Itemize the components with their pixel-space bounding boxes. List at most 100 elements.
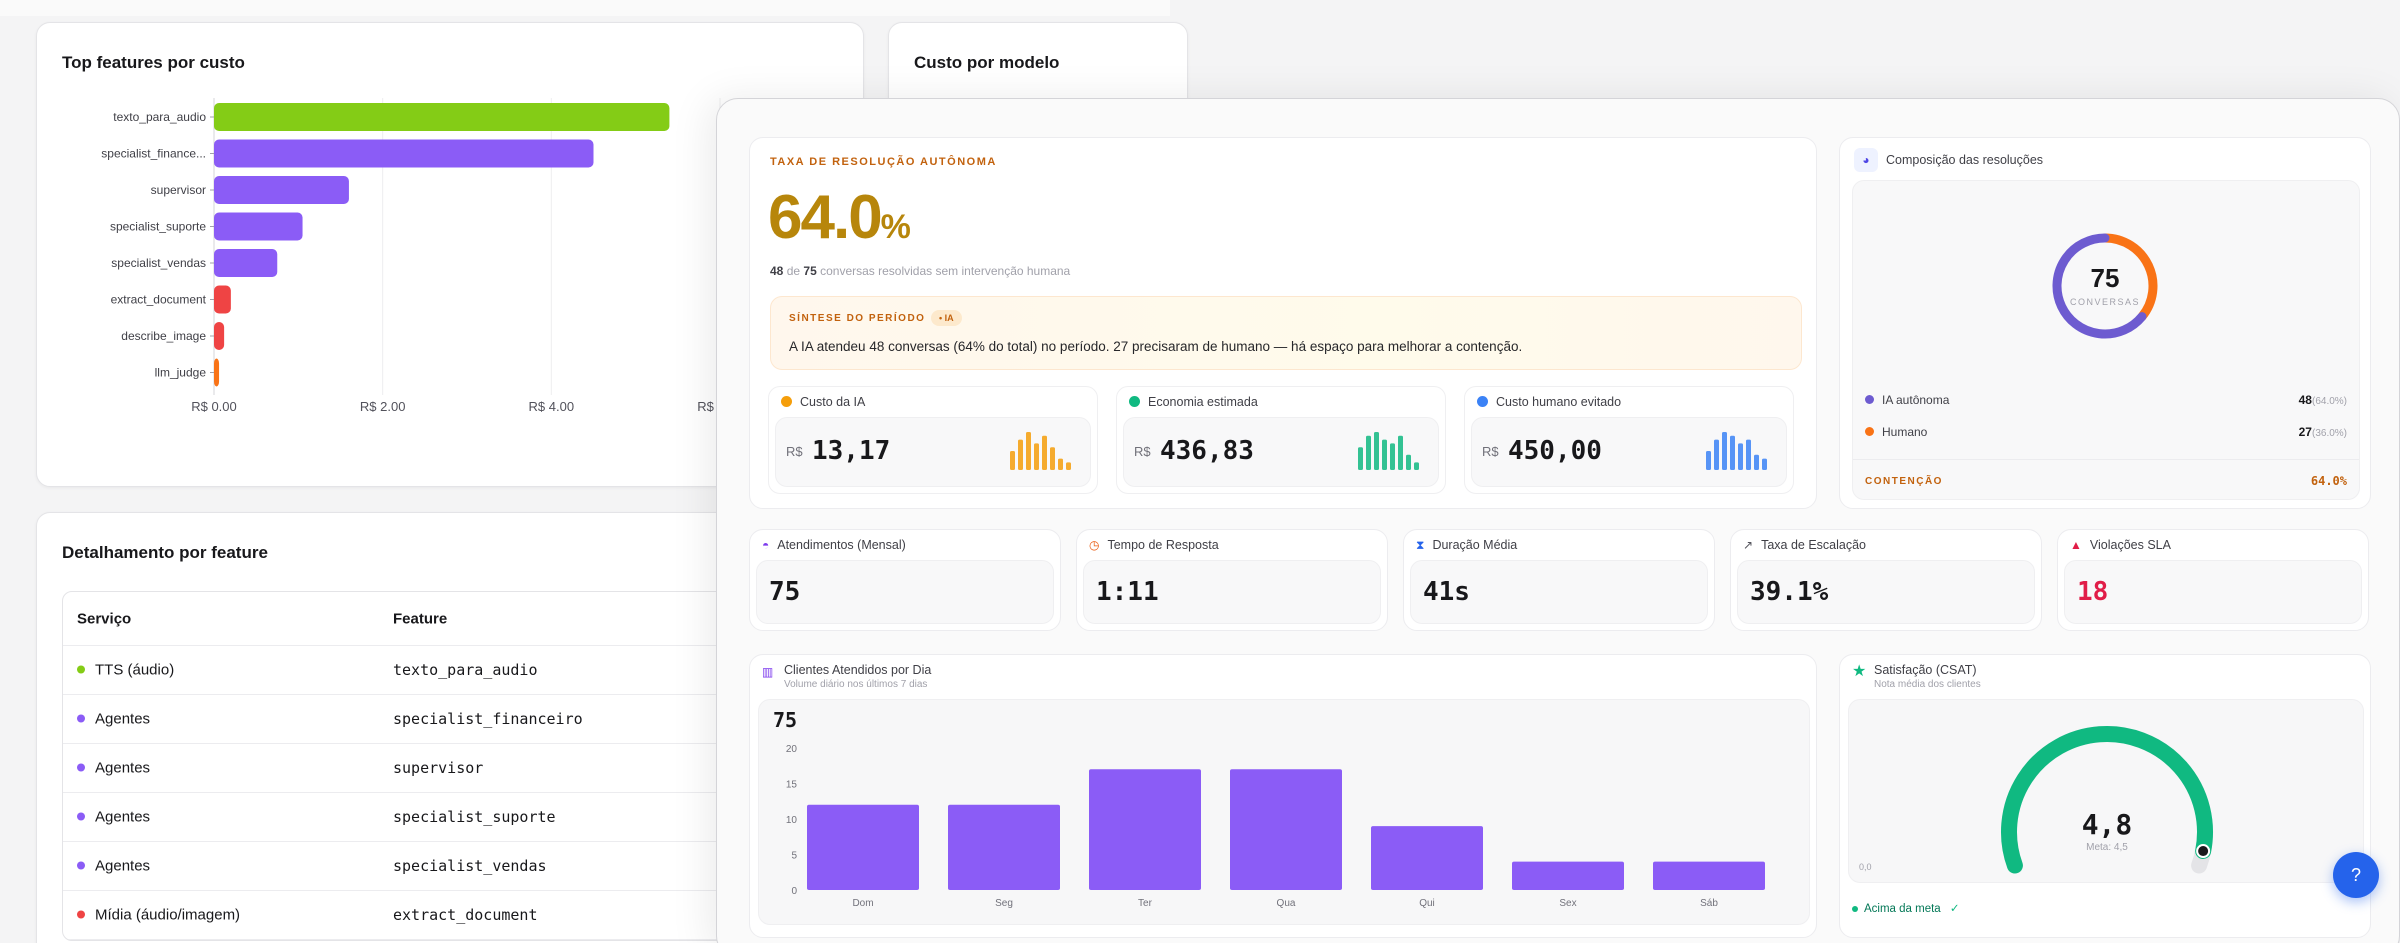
headset-icon: ◓	[762, 538, 770, 552]
csat-value: 4,8	[2081, 808, 2133, 841]
mini-stat-value-box: R$ 13,17	[775, 417, 1091, 487]
day-label: Seg	[995, 898, 1013, 909]
table-row[interactable]: Agentes specialist_financeiro	[63, 695, 781, 744]
sparkline-bar	[1398, 435, 1403, 470]
kpi-value-box: 1:11	[1083, 560, 1381, 624]
legend-row[interactable]: IA autônoma 48(64.0%)	[1865, 393, 2347, 413]
kpi-label-row: ◓ Atendimentos (Mensal)	[762, 538, 906, 552]
mini-stat-card: Economia estimada R$ 436,83	[1116, 386, 1446, 494]
mini-stat-value: 436,83	[1160, 436, 1254, 466]
table-row[interactable]: TTS (áudio) texto_para_audio	[63, 646, 781, 695]
feature-bar[interactable]	[214, 285, 231, 314]
kpi-label-row: ▲ Violações SLA	[2070, 538, 2171, 552]
day-bar[interactable]	[1653, 861, 1765, 890]
csat-gauge-area: 4,8 Meta: 4,5 0,0 5	[1848, 699, 2364, 883]
composition-chart-area: 75 CONVERSAS CONTENÇÃO 64.0% IA autônoma…	[1852, 180, 2360, 500]
category-label: specialist_finance...	[101, 147, 206, 161]
header-feature[interactable]: Feature	[393, 610, 447, 627]
day-bar[interactable]	[1512, 861, 1624, 890]
mini-stat-card: Custo humano evitado R$ 450,00	[1464, 386, 1794, 494]
kpi-label: Tempo de Resposta	[1107, 538, 1219, 552]
mini-stat-value: 450,00	[1508, 436, 1602, 466]
status-dot	[1852, 905, 1858, 912]
day-label: Ter	[1138, 898, 1153, 909]
kpi-card: ↗ Taxa de Escalação 39.1%	[1730, 529, 2042, 631]
arrow-up-right-icon: ↗	[1743, 538, 1754, 552]
csat-min: 0,0	[1859, 862, 1872, 872]
category-label: llm_judge	[155, 366, 207, 380]
feature-bar[interactable]	[214, 212, 303, 241]
kpi-card: ▲ Violações SLA 18	[2057, 529, 2369, 631]
category-label: specialist_suporte	[110, 220, 206, 234]
mini-stat-label: Economia estimada	[1148, 395, 1258, 409]
table-row[interactable]: Agentes supervisor	[63, 744, 781, 793]
bar-chart-icon: ▥	[762, 665, 774, 679]
kpi-card: ⧗ Duração Média 41s	[1403, 529, 1715, 631]
service-name: Agentes	[95, 710, 151, 728]
feature-bar[interactable]	[214, 176, 349, 204]
top-features-title: Top features por custo	[62, 53, 245, 72]
daily-title: Clientes Atendidos por Dia	[784, 663, 932, 677]
csat-status: Acima da meta ✓	[1852, 901, 1960, 915]
daily-subtitle: Volume diário nos últimos 7 dias	[784, 679, 928, 690]
day-bar[interactable]	[1089, 769, 1201, 890]
feature-cell: texto_para_audio	[393, 661, 538, 679]
table-row[interactable]: Agentes specialist_vendas	[63, 842, 781, 891]
x-tick-label: R$ 4.00	[529, 399, 575, 414]
category-label: specialist_vendas	[111, 256, 206, 270]
feature-bar[interactable]	[214, 358, 220, 387]
mini-stat-card: Custo da IA R$ 13,17	[768, 386, 1098, 494]
csat-title: Satisfação (CSAT)	[1874, 663, 1977, 677]
y-tick-label: 5	[791, 851, 797, 862]
sparkline-bar	[1754, 454, 1759, 470]
detail-title: Detalhamento por feature	[62, 543, 268, 562]
csat-subtitle: Nota média dos clientes	[1874, 679, 1981, 690]
currency-prefix: R$	[1134, 444, 1151, 459]
sparkline-bar	[1746, 439, 1751, 470]
day-bar[interactable]	[807, 804, 919, 890]
feature-bar[interactable]	[214, 249, 278, 277]
gauge-knob[interactable]	[2196, 844, 2211, 859]
check-icon: ✓	[1949, 903, 1960, 915]
table-row[interactable]: Agentes specialist_suporte	[63, 793, 781, 842]
day-bar[interactable]	[1371, 826, 1483, 890]
sparkline-bar	[1034, 443, 1039, 470]
kpi-value: 41s	[1423, 577, 1470, 607]
resolution-rate: 64.0%	[768, 182, 911, 253]
mini-stat-label: Custo da IA	[800, 395, 866, 409]
day-bar[interactable]	[948, 804, 1060, 890]
category-label: texto_para_audio	[113, 110, 206, 124]
x-tick-label: R$ 0.00	[191, 399, 237, 414]
currency-prefix: R$	[1482, 444, 1499, 459]
mini-stat-label-row: Economia estimada	[1129, 395, 1258, 409]
feature-bar[interactable]	[214, 139, 594, 168]
help-chat-button[interactable]: ?	[2333, 852, 2379, 898]
legend-row[interactable]: Humano 27(36.0%)	[1865, 425, 2347, 445]
service-color-dot	[77, 763, 85, 772]
y-tick-label: 15	[786, 780, 798, 791]
feature-bar[interactable]	[214, 103, 670, 131]
kpi-value-box: 75	[756, 560, 1054, 624]
sparkline-bar	[1042, 435, 1047, 470]
day-label: Dom	[852, 898, 873, 909]
synthesis-text: A IA atendeu 48 conversas (64% do total)…	[789, 339, 1523, 354]
donut-total: 75	[2090, 263, 2120, 293]
y-tick-label: 10	[786, 815, 798, 826]
kpi-value: 75	[769, 577, 801, 607]
top-scroll-strip	[0, 0, 1170, 16]
header-service[interactable]: Serviço	[77, 610, 131, 627]
containment-label: CONTENÇÃO	[1865, 476, 1943, 487]
legend-label: IA autônoma	[1882, 393, 1950, 407]
day-label: Qui	[1419, 898, 1435, 909]
resolution-panel: TAXA DE RESOLUÇÃO AUTÔNOMA 64.0% 48 de 7…	[749, 137, 1817, 509]
day-bar[interactable]	[1230, 769, 1342, 890]
sparkline-bars	[1010, 432, 1071, 470]
category-label: describe_image	[121, 329, 206, 343]
table-row[interactable]: Mídia (áudio/imagem) extract_document	[63, 891, 781, 940]
service-name: Agentes	[95, 808, 151, 826]
sparkline-bar	[1762, 458, 1767, 470]
feature-bar[interactable]	[214, 322, 225, 350]
containment-value: 64.0%	[2310, 474, 2347, 488]
composition-panel: ◕ Composição das resoluções 75 CONVERSAS…	[1839, 137, 2371, 509]
service-cell: Agentes	[77, 711, 150, 728]
